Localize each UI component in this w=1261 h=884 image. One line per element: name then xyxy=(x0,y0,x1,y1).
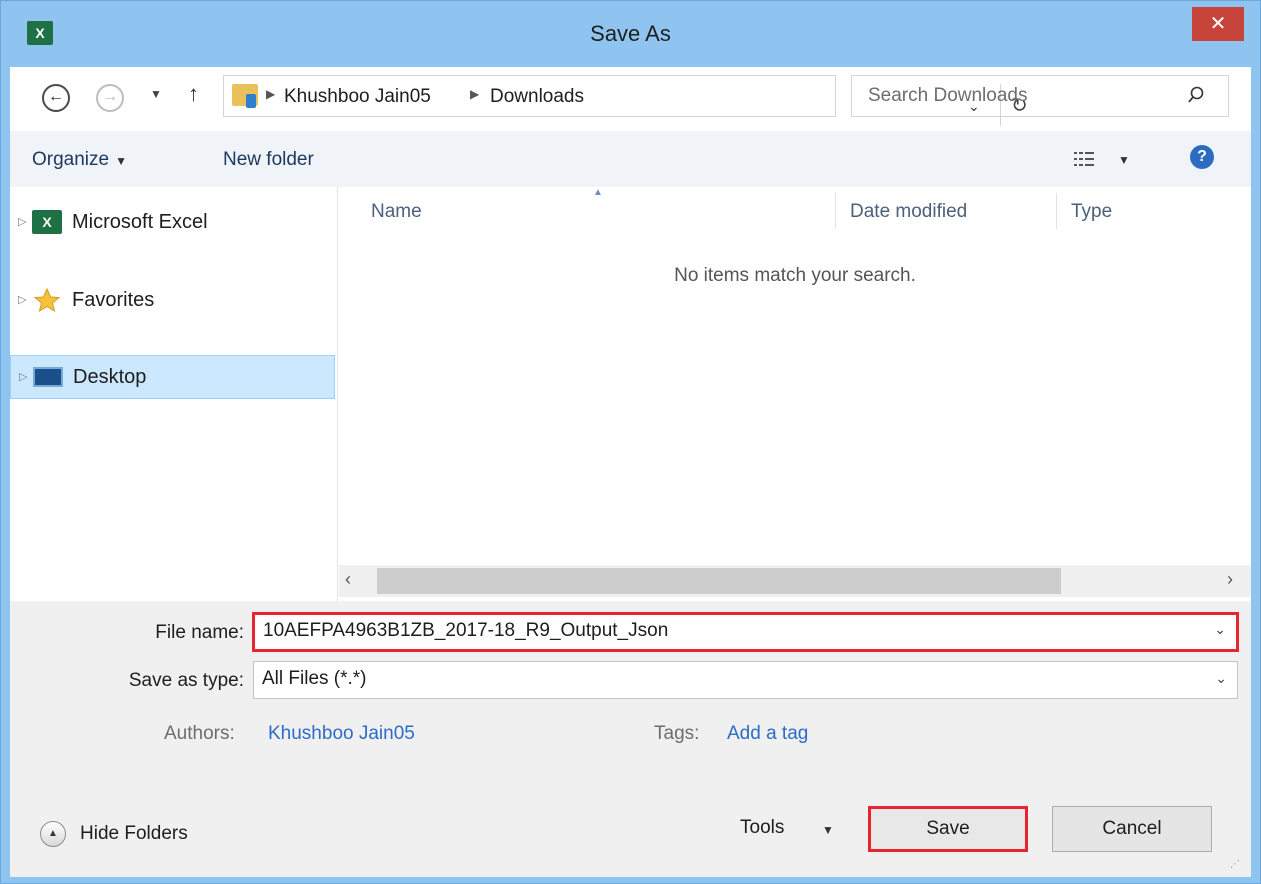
nav-item-desktop[interactable]: ▷ Desktop xyxy=(10,355,335,399)
collapse-arrow-icon: ▲ xyxy=(40,821,66,847)
authors-label: Authors: xyxy=(164,723,235,744)
view-options-icon[interactable] xyxy=(1074,151,1094,167)
downloads-folder-icon xyxy=(232,84,258,108)
search-input[interactable] xyxy=(852,76,1182,116)
organize-label: Organize xyxy=(32,149,110,170)
breadcrumb-separator-icon[interactable]: ▶ xyxy=(470,87,479,101)
tools-chevron-down-icon[interactable]: ▼ xyxy=(822,823,834,837)
expand-arrow-icon[interactable]: ▷ xyxy=(18,215,26,228)
file-name-field[interactable]: 10AEFPA4963B1ZB_2017-18_R9_Output_Json ⌄ xyxy=(252,612,1239,652)
column-header-date-modified[interactable]: Date modified xyxy=(850,201,967,223)
column-divider[interactable] xyxy=(835,193,836,229)
column-header-type[interactable]: Type xyxy=(1071,201,1112,223)
empty-message: No items match your search. xyxy=(674,265,916,286)
up-arrow-icon[interactable]: ↑ xyxy=(188,81,199,107)
scroll-left-icon[interactable]: ‹ xyxy=(345,569,351,590)
column-divider[interactable] xyxy=(1056,193,1057,229)
add-tag-link[interactable]: Add a tag xyxy=(727,723,808,745)
view-chevron-down-icon[interactable]: ▼ xyxy=(1118,153,1130,167)
save-as-type-select[interactable]: All Files (*.*) ⌄ xyxy=(253,661,1238,699)
resize-grip-icon[interactable]: ⋰ xyxy=(1230,859,1240,870)
cancel-button[interactable]: Cancel xyxy=(1052,806,1212,852)
organize-button[interactable]: Organize ▼ xyxy=(32,149,127,171)
nav-item-label: Desktop xyxy=(73,366,147,388)
dialog-body: ← → ▼ ↑ ▶ Khushboo Jain05 ▶ Downloads ⌄ … xyxy=(10,67,1251,877)
search-icon[interactable] xyxy=(1186,85,1206,105)
tags-label: Tags: xyxy=(654,723,700,744)
nav-item-microsoft-excel[interactable]: ▷ X Microsoft Excel xyxy=(10,201,335,245)
excel-icon: X xyxy=(32,210,62,234)
new-folder-button[interactable]: New folder xyxy=(223,149,314,171)
hide-folders-label: Hide Folders xyxy=(80,823,188,844)
address-bar[interactable]: ▶ Khushboo Jain05 ▶ Downloads ⌄ ↻ xyxy=(223,75,1028,126)
breadcrumb-downloads[interactable]: Downloads xyxy=(490,86,584,108)
nav-item-label: Favorites xyxy=(72,289,155,311)
horizontal-scrollbar[interactable]: ‹ › xyxy=(339,565,1251,597)
file-name-value[interactable]: 10AEFPA4963B1ZB_2017-18_R9_Output_Json xyxy=(263,620,668,642)
authors-link[interactable]: Khushboo Jain05 xyxy=(268,723,415,745)
save-as-dialog: X Save As ✕ ← → ▼ ↑ ▶ Khushboo Jain05 ▶ … xyxy=(0,0,1261,884)
sort-ascending-icon: ▲ xyxy=(593,187,603,198)
column-header-name[interactable]: Name xyxy=(371,201,422,223)
breadcrumb-user[interactable]: Khushboo Jain05 xyxy=(284,86,431,108)
scrollbar-thumb[interactable] xyxy=(377,568,1061,594)
save-as-type-label: Save as type: xyxy=(128,670,244,691)
chevron-down-icon: ▼ xyxy=(115,154,127,168)
chevron-down-icon[interactable]: ⌄ xyxy=(1215,670,1227,687)
expand-arrow-icon[interactable]: ▷ xyxy=(18,293,26,306)
command-bar: Organize ▼ New folder ▼ ? xyxy=(10,131,1251,187)
forward-button[interactable]: → xyxy=(96,84,124,112)
close-button[interactable]: ✕ xyxy=(1192,7,1244,41)
save-button[interactable]: Save xyxy=(868,806,1028,852)
chevron-down-icon[interactable]: ⌄ xyxy=(1214,621,1226,638)
nav-item-label: Microsoft Excel xyxy=(72,211,208,233)
tools-button[interactable]: Tools xyxy=(740,817,784,839)
file-name-label: File name: xyxy=(155,622,244,643)
back-button[interactable]: ← xyxy=(42,84,70,112)
breadcrumb-separator-icon[interactable]: ▶ xyxy=(266,87,275,101)
help-icon[interactable]: ? xyxy=(1190,145,1214,169)
scroll-right-icon[interactable]: › xyxy=(1227,569,1233,590)
title-bar[interactable]: X Save As ✕ xyxy=(1,1,1260,67)
search-box[interactable] xyxy=(851,75,1229,117)
desktop-icon xyxy=(33,367,63,387)
navigation-pane: ▷ X Microsoft Excel ▷ Favorites ▷ Deskto… xyxy=(10,187,338,601)
star-icon xyxy=(33,288,61,312)
recent-locations-chevron-down-icon[interactable]: ▼ xyxy=(150,87,162,101)
nav-item-favorites[interactable]: ▷ Favorites xyxy=(10,279,335,323)
window-title: Save As xyxy=(590,21,671,46)
save-as-type-value: All Files (*.*) xyxy=(262,668,367,689)
file-list[interactable]: ▲ Name Date modified Type No items match… xyxy=(339,187,1251,601)
expand-arrow-icon[interactable]: ▷ xyxy=(19,370,27,383)
save-options-panel: File name: 10AEFPA4963B1ZB_2017-18_R9_Ou… xyxy=(10,601,1251,877)
